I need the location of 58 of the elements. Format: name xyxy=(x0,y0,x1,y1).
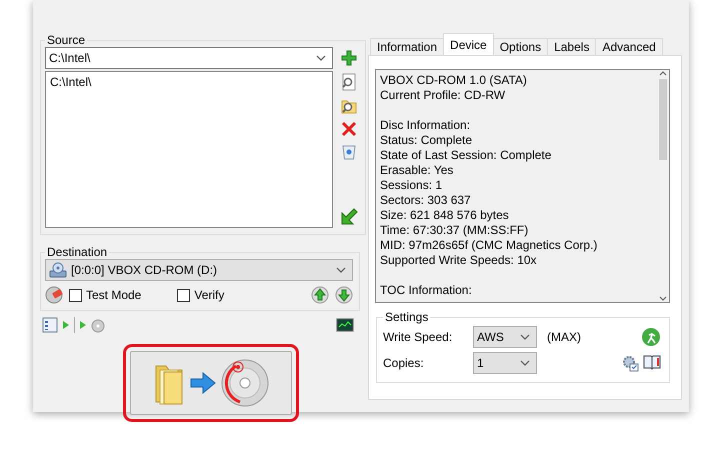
drive-icon xyxy=(49,262,67,278)
info-line: Disc Information: xyxy=(380,118,472,133)
checkbox[interactable] xyxy=(69,288,82,302)
search-icon[interactable] xyxy=(341,73,357,91)
info-line: Supported Write Speeds: 10x xyxy=(380,253,538,268)
destination-combo[interactable]: [0:0:0] VBOX CD-ROM (D:) xyxy=(45,259,353,281)
build-button[interactable] xyxy=(130,351,292,415)
arrow-icon xyxy=(190,372,216,394)
source-path-combo[interactable]: C:\Intel\ xyxy=(45,47,333,69)
list-item[interactable]: C:\Intel\ xyxy=(50,75,328,89)
folder-search-icon[interactable] xyxy=(341,98,357,114)
copies-combo[interactable]: 1 xyxy=(473,352,537,374)
info-line: MID: 97m26s65f (CMC Magnetics Corp.) xyxy=(380,238,598,253)
info-line: State of Last Session: Complete xyxy=(380,148,552,163)
info-line: TOC Information: xyxy=(380,283,473,298)
settings-icon[interactable] xyxy=(621,354,639,372)
info-line: Time: 67:30:37 (MM:SS:FF) xyxy=(380,223,530,238)
up-caret-icon[interactable] xyxy=(659,70,667,76)
checkbox[interactable] xyxy=(177,288,190,302)
info-line: Sessions: 1 xyxy=(380,178,444,193)
log-icon[interactable] xyxy=(42,317,58,333)
group-label: Destination xyxy=(46,245,108,259)
group-label: Settings xyxy=(384,310,430,324)
scrollbar-thumb[interactable] xyxy=(659,79,667,160)
info-line: Erasable: Yes xyxy=(380,163,454,178)
chevron-icon xyxy=(336,267,346,273)
checkbox-label: Verify xyxy=(194,288,224,302)
info-line: Sectors: 303 637 xyxy=(380,193,472,208)
group-label: Source xyxy=(46,33,86,47)
field-label: Copies: xyxy=(383,356,425,370)
info-line: VBOX CD-ROM 1.0 (SATA) xyxy=(380,73,528,88)
tab[interactable]: Information xyxy=(370,38,444,55)
plus-icon[interactable] xyxy=(341,50,357,66)
chevron-icon xyxy=(520,334,530,340)
write-speed-combo[interactable]: AWS xyxy=(473,326,537,348)
checkbox-label: Test Mode xyxy=(86,288,142,302)
runner-icon[interactable] xyxy=(641,327,661,347)
corner-arrow-icon[interactable] xyxy=(340,207,358,225)
tab[interactable]: Device xyxy=(443,33,494,55)
source-list[interactable]: C:\Intel\ xyxy=(45,71,333,228)
disc-icon xyxy=(220,358,270,408)
chevron-icon xyxy=(316,55,326,61)
field-label: Write Speed: xyxy=(383,330,454,344)
info-line: Size: 621 848 576 bytes xyxy=(380,208,510,223)
down-caret-icon[interactable] xyxy=(659,296,667,302)
info-line: Status: Complete xyxy=(380,133,474,148)
tab[interactable]: Options xyxy=(492,38,548,55)
monitor-icon[interactable] xyxy=(336,318,354,332)
tab[interactable]: Advanced xyxy=(595,38,663,55)
disc-eraser-icon[interactable] xyxy=(45,286,63,304)
info-line: Current Profile: CD-RW xyxy=(380,88,506,103)
speed-note: (MAX) xyxy=(547,330,582,344)
bin-icon[interactable] xyxy=(342,144,356,160)
chevron-icon xyxy=(520,360,530,366)
book-icon[interactable] xyxy=(643,354,661,372)
close-icon[interactable] xyxy=(341,121,357,137)
disc-icon[interactable] xyxy=(91,317,105,333)
scrollbar[interactable] xyxy=(657,70,669,302)
